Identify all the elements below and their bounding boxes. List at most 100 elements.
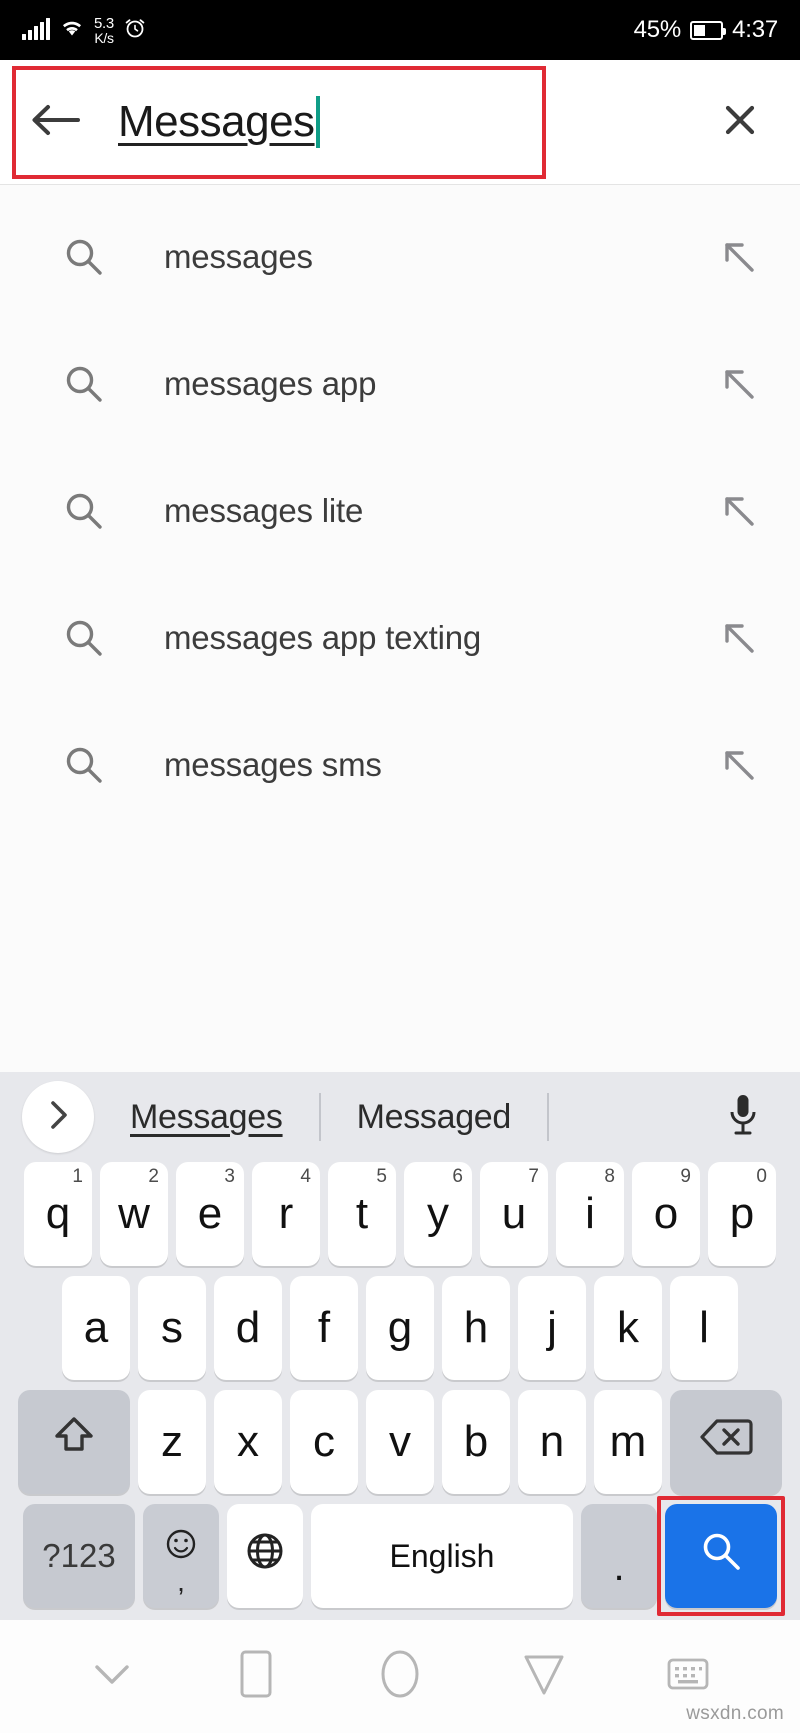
clear-search-button[interactable] <box>680 98 800 147</box>
close-x-icon <box>718 98 762 147</box>
watermark-label: wsxdn.com <box>686 1703 784 1724</box>
suggestion-label: messages <box>164 237 313 275</box>
key-m-label: m <box>609 1417 647 1466</box>
search-magnifier-icon <box>62 489 124 533</box>
key-b[interactable]: b <box>442 1390 510 1494</box>
phone-screen: 5.3 K/s 45% 4:37 Messages messages messa… <box>0 0 800 1733</box>
keyboard-suggestion-word-2[interactable]: Messaged <box>321 1098 547 1137</box>
period-key-label: . <box>613 1545 625 1589</box>
status-bar-left: 5.3 K/s <box>22 16 147 45</box>
key-t-label: t <box>355 1189 369 1238</box>
search-magnifier-icon <box>62 743 124 787</box>
key-u-number: 7 <box>528 1166 539 1187</box>
key-h[interactable]: h <box>442 1276 510 1380</box>
triangle-down-back-icon <box>520 1649 568 1704</box>
list-item[interactable]: messages lite <box>0 447 800 574</box>
search-input[interactable]: Messages <box>110 96 680 148</box>
key-i[interactable]: 8i <box>556 1162 624 1266</box>
key-g-label: g <box>387 1303 413 1352</box>
key-p-label: p <box>729 1189 755 1238</box>
square-recents-icon <box>234 1648 278 1705</box>
key-k-label: k <box>617 1303 639 1352</box>
shift-arrow-up-icon <box>49 1412 99 1473</box>
key-j[interactable]: j <box>518 1276 586 1380</box>
network-speed-unit: K/s <box>94 29 114 46</box>
key-z[interactable]: z <box>138 1390 206 1494</box>
key-m[interactable]: m <box>594 1390 662 1494</box>
key-v-label: v <box>389 1417 411 1466</box>
wifi-icon <box>59 18 85 43</box>
key-t[interactable]: 5t <box>328 1162 396 1266</box>
key-u[interactable]: 7u <box>480 1162 548 1266</box>
arrow-up-left-insert-icon[interactable] <box>702 236 760 278</box>
key-s[interactable]: s <box>138 1276 206 1380</box>
keyboard-row-3: z x c v b n m <box>0 1390 800 1494</box>
expand-suggestions-button[interactable] <box>22 1081 94 1153</box>
language-switch-key[interactable] <box>227 1504 303 1608</box>
alarm-clock-icon <box>123 16 147 45</box>
suggestion-label: messages app texting <box>164 618 482 656</box>
voice-input-button[interactable] <box>726 1092 778 1143</box>
emoji-key-secondary-label: , <box>177 1565 185 1597</box>
search-input-value: Messages <box>118 97 315 146</box>
key-p[interactable]: 0p <box>708 1162 776 1266</box>
circle-home-icon <box>374 1646 426 1707</box>
search-bar[interactable]: Messages <box>0 60 800 185</box>
search-enter-key[interactable] <box>665 1504 777 1608</box>
key-q[interactable]: 1q <box>24 1162 92 1266</box>
key-h-label: h <box>463 1303 489 1352</box>
status-bar: 5.3 K/s 45% 4:37 <box>0 0 800 60</box>
space-key[interactable]: English <box>311 1504 573 1608</box>
key-w-number: 2 <box>148 1166 159 1187</box>
arrow-up-left-insert-icon[interactable] <box>702 744 760 786</box>
backspace-key[interactable] <box>670 1390 782 1494</box>
list-item[interactable]: messages <box>0 193 800 320</box>
key-k[interactable]: k <box>594 1276 662 1380</box>
key-z-label: z <box>161 1417 183 1466</box>
key-x[interactable]: x <box>214 1390 282 1494</box>
recents-button[interactable] <box>206 1627 306 1727</box>
key-n-label: n <box>539 1417 565 1466</box>
arrow-up-left-insert-icon[interactable] <box>702 490 760 532</box>
home-button[interactable] <box>350 1627 450 1727</box>
search-magnifier-icon <box>62 235 124 279</box>
key-a[interactable]: a <box>62 1276 130 1380</box>
key-y-label: y <box>427 1189 449 1238</box>
suggestion-divider <box>547 1093 550 1141</box>
period-key[interactable]: . <box>581 1504 657 1608</box>
globe-language-icon <box>243 1529 287 1584</box>
key-v[interactable]: v <box>366 1390 434 1494</box>
key-w[interactable]: 2w <box>100 1162 168 1266</box>
key-f[interactable]: f <box>290 1276 358 1380</box>
hide-keyboard-button[interactable] <box>62 1627 162 1727</box>
key-c[interactable]: c <box>290 1390 358 1494</box>
keyboard-suggestion-strip: Messages Messaged <box>0 1072 800 1162</box>
arrow-up-left-insert-icon[interactable] <box>702 363 760 405</box>
key-l-label: l <box>699 1303 709 1352</box>
key-d[interactable]: d <box>214 1276 282 1380</box>
keyboard-row-1: 1q 2w 3e 4r 5t 6y 7u 8i 9o 0p <box>0 1162 800 1266</box>
key-l[interactable]: l <box>670 1276 738 1380</box>
list-item[interactable]: messages app texting <box>0 574 800 701</box>
key-d-label: d <box>235 1303 261 1352</box>
key-e[interactable]: 3e <box>176 1162 244 1266</box>
key-r-label: r <box>278 1189 294 1238</box>
search-magnifier-icon <box>62 616 124 660</box>
back-button[interactable] <box>0 100 110 145</box>
key-q-number: 1 <box>72 1166 83 1187</box>
battery-percent-label: 45% <box>633 16 682 43</box>
key-o[interactable]: 9o <box>632 1162 700 1266</box>
shift-key[interactable] <box>18 1390 130 1494</box>
key-q-label: q <box>45 1189 71 1238</box>
arrow-up-left-insert-icon[interactable] <box>702 617 760 659</box>
key-r[interactable]: 4r <box>252 1162 320 1266</box>
list-item[interactable]: messages app <box>0 320 800 447</box>
key-y[interactable]: 6y <box>404 1162 472 1266</box>
back-button-nav[interactable] <box>494 1627 594 1727</box>
key-n[interactable]: n <box>518 1390 586 1494</box>
symbols-key[interactable]: ?123 <box>23 1504 135 1608</box>
emoji-key[interactable]: , <box>143 1504 219 1608</box>
list-item[interactable]: messages sms <box>0 701 800 828</box>
key-g[interactable]: g <box>366 1276 434 1380</box>
keyboard-suggestion-word-1[interactable]: Messages <box>94 1098 319 1137</box>
